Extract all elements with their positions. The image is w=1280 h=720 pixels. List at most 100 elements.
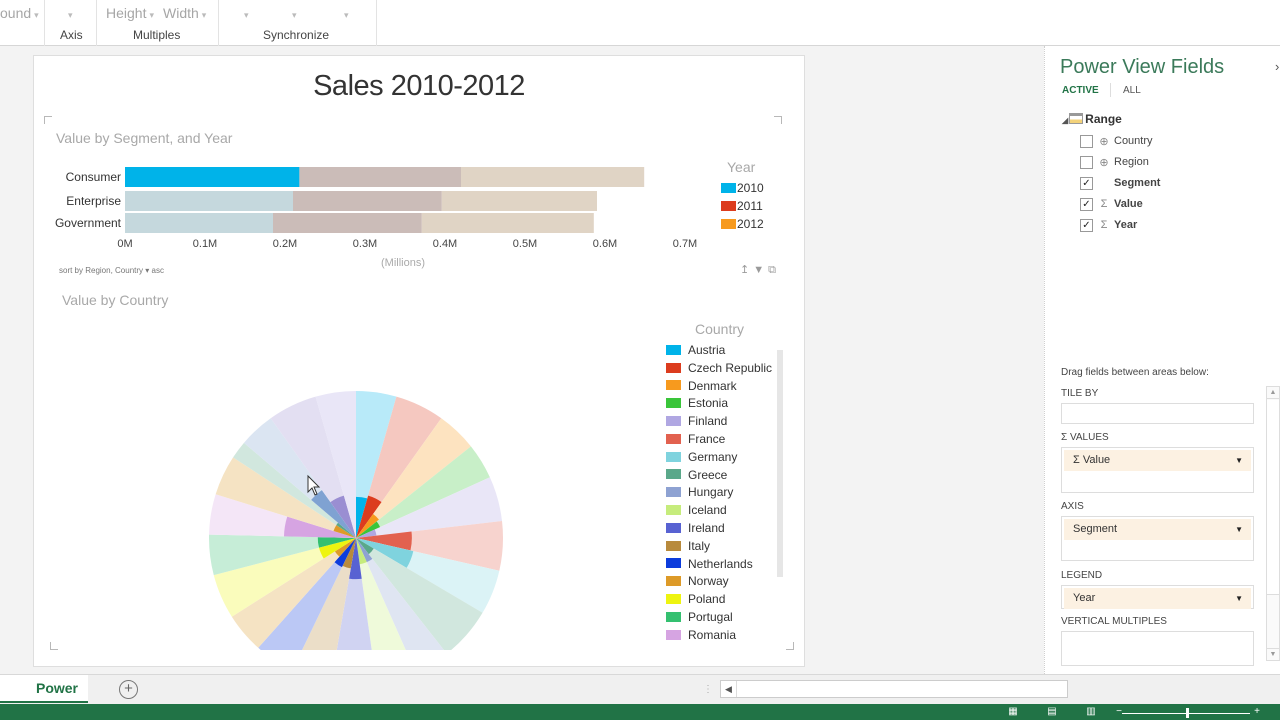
field-checkbox[interactable] [1080, 155, 1093, 169]
sheet-tab-power-view1[interactable]: Power View1 [0, 675, 88, 703]
normal-view-icon[interactable]: ▦ [1006, 706, 1020, 718]
chevron-down-icon: ▾ [34, 10, 39, 20]
panel-scrollbar[interactable]: ▲ ▼ [1266, 386, 1280, 661]
category-label[interactable]: Consumer [49, 170, 121, 184]
add-sheet-icon[interactable]: + [119, 680, 138, 699]
pie-chart-viz[interactable]: Value by Country Country Austria Czech Re… [50, 284, 794, 650]
field-item-country[interactable]: ⊕ Country [1080, 133, 1153, 149]
dropdown-caret-icon[interactable]: ▼ [1235, 450, 1243, 471]
legend-item[interactable]: Netherlands [666, 556, 753, 572]
ribbon-group-synchronize: ▾ ▾ ▾ Synchronize [219, 0, 377, 46]
legend-item[interactable]: Portugal [666, 609, 733, 625]
legend-label: France [688, 432, 726, 446]
page-layout-view-icon[interactable]: ▤ [1045, 706, 1059, 718]
field-checkbox[interactable] [1080, 134, 1093, 148]
field-item-segment[interactable]: ✓ Segment [1080, 175, 1160, 191]
legend-swatch [666, 629, 681, 640]
report-title[interactable]: Sales 2010-2012 [34, 70, 804, 103]
tab-all[interactable]: ALL [1123, 85, 1141, 96]
popout-icon[interactable]: ⧉ [768, 264, 780, 276]
legend-item[interactable]: Norway [666, 573, 729, 589]
sort-by-control[interactable]: sort by Region, Country ▾ asc [59, 266, 164, 275]
legend-item[interactable]: Czech Republic [666, 360, 772, 376]
legend-item[interactable]: Denmark [666, 378, 737, 394]
bar-chart-viz[interactable]: Value by Segment, and Year Year 2010 2011… [44, 116, 792, 281]
dropdown-caret-icon[interactable]: ▼ [1235, 588, 1243, 609]
ribbon-background-button[interactable]: ound ▾ [0, 5, 39, 21]
scroll-up-icon[interactable]: ▲ [1267, 387, 1279, 399]
bar-segment[interactable] [421, 213, 594, 233]
expand-triangle-icon[interactable]: ◢ [1062, 116, 1068, 125]
legend-label: Estonia [688, 396, 729, 411]
values-dropzone[interactable]: Σ Value ▼ [1061, 447, 1254, 493]
legend-item[interactable]: Ireland [666, 520, 725, 536]
legend-label: 2012 [737, 217, 764, 231]
legend-item[interactable]: 2012 [721, 216, 764, 232]
tile-by-dropzone[interactable] [1061, 403, 1254, 424]
chevron-down-icon: ▾ [149, 10, 154, 20]
legend-item[interactable]: Italy [666, 538, 710, 554]
tab-active[interactable]: ACTIVE [1062, 85, 1099, 96]
bar-segment[interactable] [125, 213, 273, 233]
legend-item[interactable]: Austria [666, 342, 725, 358]
page-break-view-icon[interactable]: ▥ [1084, 706, 1098, 718]
ribbon-group-axis: ▾ Axis [45, 0, 97, 46]
bar-segment[interactable] [299, 167, 461, 187]
legend-item[interactable]: Estonia [666, 395, 728, 411]
tab-splitter-handle[interactable]: ⋮ [703, 684, 713, 695]
legend-scrollbar[interactable] [777, 350, 783, 577]
field-item-region[interactable]: ⊕ Region [1080, 154, 1149, 170]
field-item-value[interactable]: ✓ Σ Value [1080, 196, 1143, 212]
legend-item[interactable]: Poland [666, 591, 725, 607]
legend-item[interactable]: 2011 [721, 198, 763, 214]
sync-button-2[interactable]: ▾ [289, 5, 297, 21]
bar-segment[interactable] [125, 167, 300, 187]
zoom-in-icon[interactable]: + [1250, 706, 1264, 718]
legend-item[interactable]: 2010 [721, 180, 764, 196]
close-panel-icon[interactable]: › [1275, 59, 1279, 74]
field-checkbox[interactable]: ✓ [1080, 176, 1093, 190]
legend-item[interactable]: Hungary [666, 484, 733, 500]
multiples-width-button[interactable]: Width ▾ [163, 5, 206, 21]
dropdown-caret-icon[interactable]: ▼ [1235, 519, 1243, 540]
field-item-year[interactable]: ✓ Σ Year [1080, 217, 1137, 233]
values-label: Σ VALUES [1061, 432, 1109, 443]
ribbon-axis-button[interactable]: ▾ [65, 5, 73, 21]
bar-segment[interactable] [441, 191, 597, 211]
legend-item[interactable]: Iceland [666, 502, 727, 518]
filter-icon[interactable]: ▼ [753, 264, 768, 276]
sync-button-1[interactable]: ▾ [241, 5, 249, 21]
legend-item[interactable]: France [666, 431, 725, 447]
zoom-slider-thumb[interactable] [1186, 708, 1189, 718]
vertical-multiples-dropzone[interactable] [1061, 631, 1254, 666]
bar-segment[interactable] [125, 191, 293, 211]
legend-dropzone[interactable]: Year ▼ [1061, 585, 1254, 609]
sync-button-3[interactable]: ▾ [341, 5, 349, 21]
field-name: Region [1114, 156, 1149, 168]
scroll-down-icon[interactable]: ▼ [1267, 648, 1279, 660]
category-label[interactable]: Enterprise [49, 194, 121, 208]
report-canvas[interactable]: Sales 2010-2012 Value by Segment, and Ye… [33, 55, 805, 667]
horizontal-scrollbar[interactable]: ◀ [720, 680, 1068, 698]
scroll-thumb[interactable] [1267, 400, 1279, 595]
bar-segment[interactable] [293, 191, 442, 211]
pie-chart-plot[interactable] [50, 284, 670, 650]
category-label[interactable]: Government [49, 216, 121, 230]
scroll-left-icon[interactable]: ◀ [721, 681, 737, 697]
zoom-out-icon[interactable]: − [1112, 706, 1126, 718]
bar-segment[interactable] [273, 213, 422, 233]
values-field-value[interactable]: Σ Value ▼ [1064, 450, 1251, 471]
bar-segment[interactable] [461, 167, 645, 187]
legend-item[interactable]: Greece [666, 467, 727, 483]
drill-up-icon[interactable]: ↥ [740, 264, 753, 276]
field-checkbox[interactable]: ✓ [1080, 218, 1093, 232]
legend-field-year[interactable]: Year ▼ [1064, 588, 1251, 609]
axis-field-segment[interactable]: Segment ▼ [1064, 519, 1251, 540]
field-checkbox[interactable]: ✓ [1080, 197, 1093, 211]
legend-item[interactable]: Romania [666, 627, 736, 643]
axis-dropzone[interactable]: Segment ▼ [1061, 516, 1254, 561]
multiples-height-button[interactable]: Height ▾ [106, 5, 154, 21]
table-node-range[interactable]: ◢ Range [1062, 112, 1122, 126]
legend-item[interactable]: Finland [666, 413, 727, 429]
legend-item[interactable]: Germany [666, 449, 737, 465]
